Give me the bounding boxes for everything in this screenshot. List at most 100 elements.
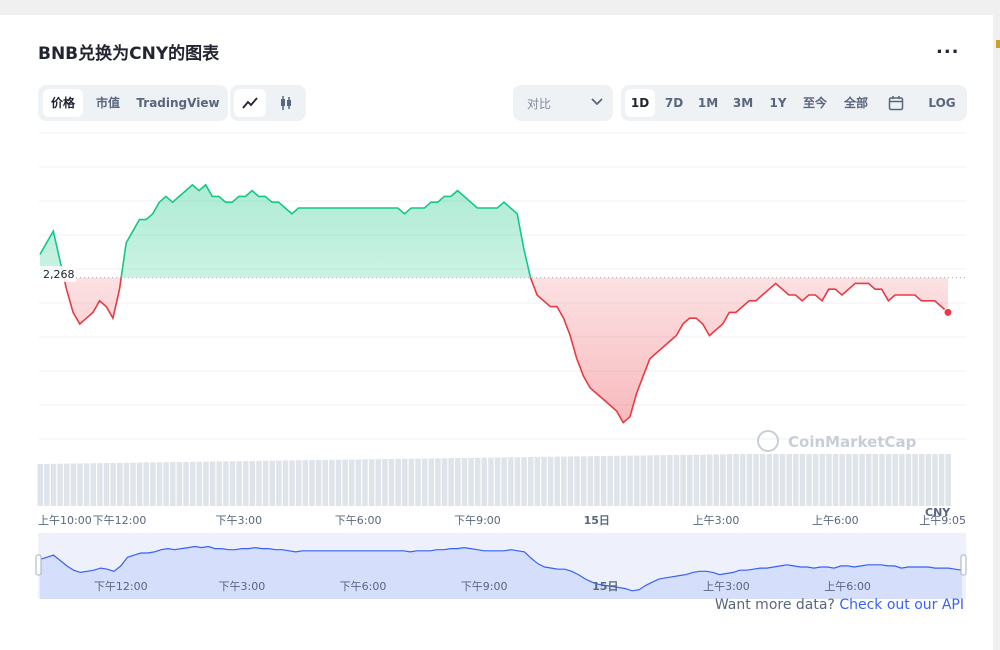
volume-bar bbox=[382, 459, 388, 506]
volume-bar bbox=[892, 454, 898, 506]
volume-bar bbox=[70, 463, 77, 506]
volume-bar bbox=[256, 460, 262, 506]
volume-bar bbox=[441, 458, 448, 506]
volume-bar bbox=[501, 457, 507, 506]
volume-bar bbox=[786, 454, 792, 506]
volume-bar bbox=[83, 463, 90, 506]
volume-bar bbox=[839, 454, 845, 506]
volume-bar bbox=[667, 455, 673, 506]
volume-bar bbox=[282, 460, 289, 506]
volume-bar bbox=[103, 463, 110, 506]
volume-bar bbox=[554, 456, 560, 506]
volume-bar bbox=[329, 459, 335, 506]
volume-bar bbox=[640, 455, 647, 506]
volume-bar bbox=[713, 454, 720, 506]
price-chart: CoinMarketCap 2,268 上午10:00 下午12:00 下午3:00… bbox=[35, 132, 967, 599]
volume-bar bbox=[627, 455, 633, 506]
navigator-right-handle[interactable] bbox=[960, 554, 967, 576]
x-tick-label: 上午6:00 bbox=[812, 514, 859, 527]
volume-bar bbox=[242, 461, 249, 506]
volume-bar bbox=[150, 462, 156, 506]
volume-bar bbox=[600, 455, 607, 506]
last-price-dot[interactable] bbox=[943, 307, 953, 317]
volume-bar bbox=[156, 462, 163, 506]
volume-bar bbox=[945, 454, 951, 506]
x-tick-label: 15日 bbox=[584, 514, 610, 527]
volume-bar bbox=[766, 454, 773, 506]
volume-bar bbox=[203, 461, 209, 506]
volume-bar bbox=[110, 462, 116, 506]
volume-bar bbox=[249, 460, 256, 506]
volume-bar bbox=[534, 456, 541, 506]
volume-bar bbox=[163, 462, 169, 506]
volume-bar bbox=[680, 454, 686, 506]
volume-bar bbox=[143, 462, 150, 506]
volume-bars bbox=[37, 454, 951, 506]
volume-bar bbox=[170, 462, 176, 506]
currency-label: CNY bbox=[925, 506, 951, 519]
volume-bar bbox=[402, 458, 408, 506]
volume-bar bbox=[865, 454, 872, 506]
x-tick-label: 下午6:00 bbox=[335, 514, 382, 527]
volume-bar bbox=[44, 463, 50, 506]
volume-bar bbox=[918, 454, 925, 506]
volume-bar bbox=[37, 464, 43, 506]
volume-bar bbox=[448, 458, 454, 506]
api-prefix: Want more data? bbox=[714, 597, 840, 613]
navigator-tick-label: 上午6:00 bbox=[824, 580, 871, 593]
volume-bar bbox=[633, 455, 640, 506]
volume-bar bbox=[415, 458, 421, 506]
volume-bar bbox=[812, 454, 819, 506]
volume-bar bbox=[349, 459, 355, 506]
volume-bar bbox=[653, 455, 660, 506]
volume-bar bbox=[315, 460, 322, 506]
volume-bar bbox=[117, 462, 123, 506]
volume-bar bbox=[580, 456, 587, 506]
volume-bar bbox=[733, 454, 739, 506]
volume-bar bbox=[872, 454, 879, 506]
volume-bar bbox=[899, 454, 905, 506]
volume-bar bbox=[97, 463, 103, 506]
watermark-text: CoinMarketCap bbox=[788, 433, 917, 451]
navigator-tick-label: 上午3:00 bbox=[703, 580, 750, 593]
x-tick-label: 上午3:00 bbox=[693, 514, 740, 527]
volume-bar bbox=[773, 454, 779, 506]
api-link[interactable]: Check out our API bbox=[839, 597, 964, 613]
volume-bar bbox=[494, 457, 501, 506]
volume-bar bbox=[302, 460, 309, 506]
volume-bar bbox=[832, 454, 839, 506]
volume-bar bbox=[388, 459, 395, 506]
volume-bar bbox=[620, 455, 627, 506]
volume-bar bbox=[700, 454, 706, 506]
volume-bar bbox=[660, 455, 667, 506]
volume-bar bbox=[468, 457, 474, 506]
volume-bar bbox=[514, 457, 521, 506]
volume-bar bbox=[461, 457, 468, 506]
volume-bar bbox=[541, 456, 547, 506]
volume-bar bbox=[614, 455, 620, 506]
volume-bar bbox=[594, 456, 600, 506]
volume-bar bbox=[687, 454, 693, 506]
volume-bar bbox=[474, 457, 481, 506]
area-above-reference bbox=[40, 184, 948, 278]
volume-bar bbox=[276, 460, 282, 506]
volume-bar bbox=[852, 454, 859, 506]
volume-bar bbox=[322, 459, 328, 506]
navigator-left-handle[interactable] bbox=[35, 554, 42, 576]
volume-bar bbox=[938, 454, 945, 506]
x-axis-ticks: 上午10:00 下午12:00 下午3:00 下午6:00 下午9:00 15日 上午3:0… bbox=[38, 514, 966, 527]
volume-bar bbox=[77, 463, 83, 506]
volume-bar bbox=[799, 454, 806, 506]
volume-bar bbox=[375, 459, 382, 506]
navigator-tick-label: 下午6:00 bbox=[340, 580, 387, 593]
volume-bar bbox=[57, 463, 63, 506]
volume-bar bbox=[355, 459, 362, 506]
volume-bar bbox=[229, 461, 236, 506]
volume-bar bbox=[740, 454, 746, 506]
volume-bar bbox=[455, 458, 461, 506]
volume-bar bbox=[508, 457, 514, 506]
volume-bar bbox=[607, 455, 613, 506]
volume-bar bbox=[846, 454, 852, 506]
volume-bar bbox=[726, 454, 733, 506]
volume-bar bbox=[64, 463, 70, 506]
